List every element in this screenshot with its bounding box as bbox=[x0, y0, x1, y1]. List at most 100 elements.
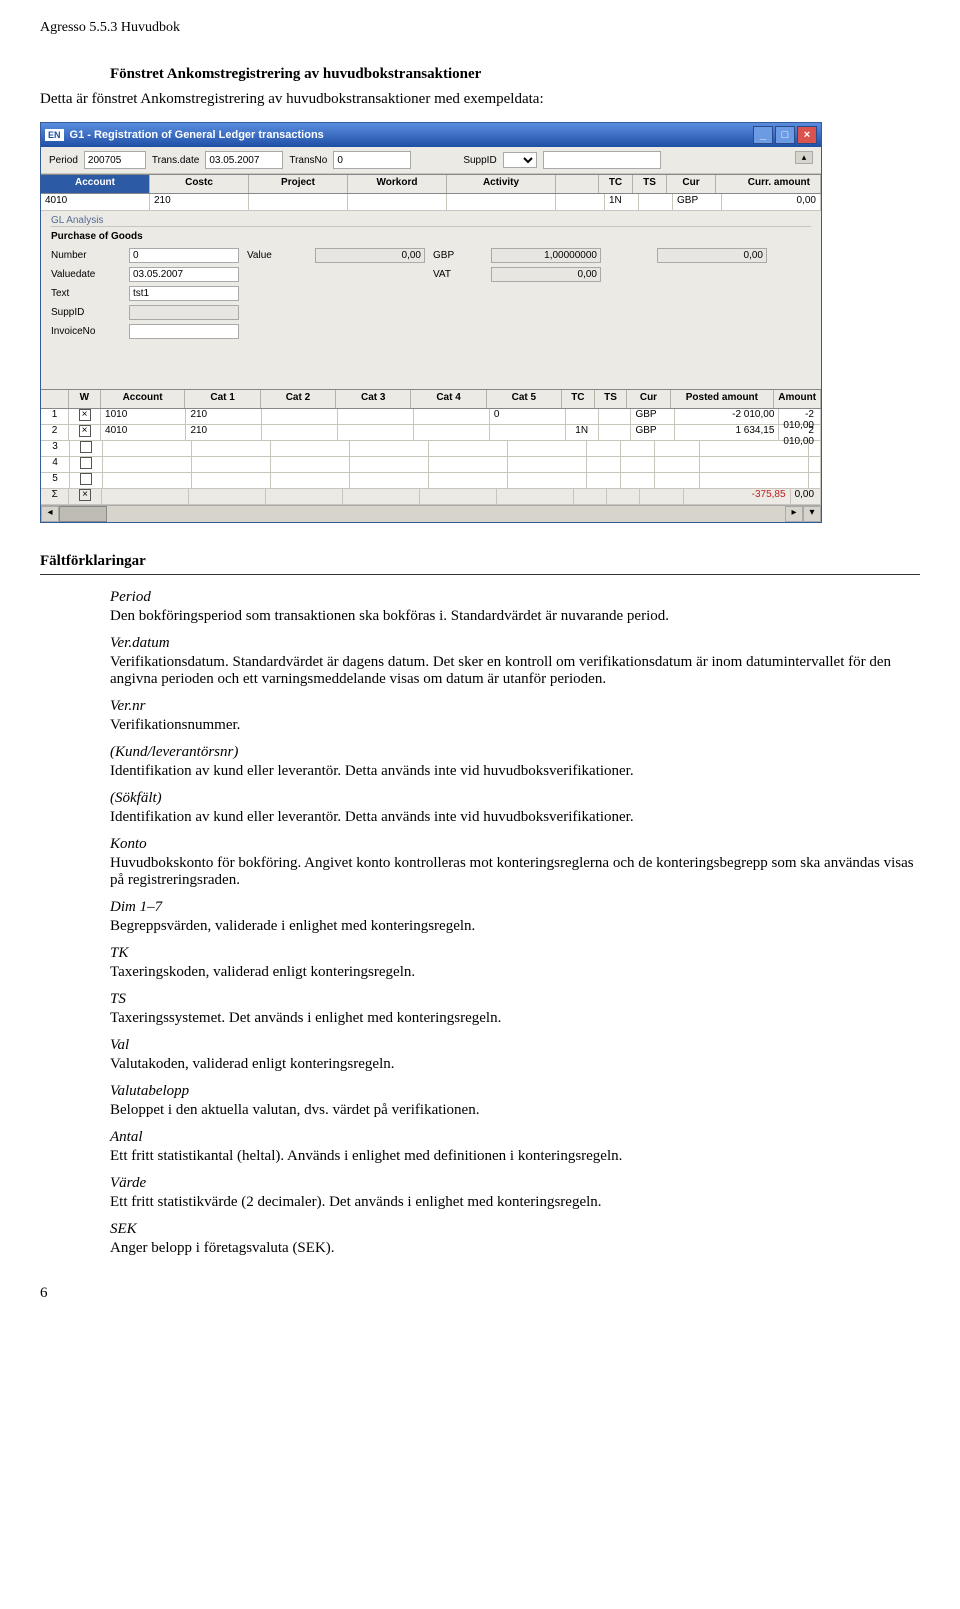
table-row[interactable]: 5 bbox=[41, 473, 821, 489]
col2-cat5[interactable]: Cat 5 bbox=[487, 390, 562, 408]
col-ts[interactable]: TS bbox=[633, 175, 667, 193]
period-input[interactable] bbox=[84, 151, 146, 169]
field-description: Identifikation av kund eller leverantör.… bbox=[110, 763, 920, 780]
suppid-label: SuppID bbox=[463, 155, 496, 166]
col2-w[interactable]: W bbox=[69, 390, 101, 408]
field-description: Begreppsvärden, validerade i enlighet me… bbox=[110, 918, 920, 935]
vat-input[interactable] bbox=[491, 267, 601, 282]
value-input[interactable] bbox=[315, 248, 425, 263]
field-description: Taxeringssystemet. Det används i enlighe… bbox=[110, 1010, 920, 1027]
field-term: Konto bbox=[110, 836, 920, 853]
grid2-header: W Account Cat 1 Cat 2 Cat 3 Cat 4 Cat 5 … bbox=[41, 389, 821, 409]
col-project[interactable]: Project bbox=[249, 175, 348, 193]
cell-project[interactable] bbox=[249, 194, 348, 210]
field-description: Ett fritt statistikantal (heltal). Använ… bbox=[110, 1148, 920, 1165]
col2-ts[interactable]: TS bbox=[595, 390, 628, 408]
scroll-right-button[interactable]: ▸ bbox=[785, 506, 803, 522]
transdate-label: Trans.date bbox=[152, 155, 199, 166]
gbp-amount-input[interactable] bbox=[657, 248, 767, 263]
field-description: Huvudbokskonto för bokföring. Angivet ko… bbox=[110, 855, 920, 889]
cell-ts[interactable] bbox=[639, 194, 673, 210]
field-term: Antal bbox=[110, 1129, 920, 1146]
field-description: Verifikationsnummer. bbox=[110, 717, 920, 734]
table-row[interactable]: 2×40102101NGBP1 634,152 010,00 bbox=[41, 425, 821, 441]
col2-cat2[interactable]: Cat 2 bbox=[261, 390, 336, 408]
number-label: Number bbox=[51, 250, 121, 261]
field-description: Verifikationsdatum. Standardvärdet är da… bbox=[110, 654, 920, 688]
cell-workord[interactable] bbox=[348, 194, 447, 210]
form-area: Number Value GBP Valuedate VAT Text Supp… bbox=[51, 248, 811, 339]
page-number: 6 bbox=[40, 1285, 920, 1302]
col2-amount[interactable]: Amount bbox=[774, 390, 821, 408]
col2-cat4[interactable]: Cat 4 bbox=[411, 390, 486, 408]
divider bbox=[40, 574, 920, 575]
valuedate-input[interactable] bbox=[129, 267, 239, 282]
col2-cat1[interactable]: Cat 1 bbox=[185, 390, 260, 408]
field-term: TK bbox=[110, 945, 920, 962]
window-titlebar[interactable]: EN G1 - Registration of General Ledger t… bbox=[41, 123, 821, 147]
value-label: Value bbox=[247, 250, 307, 261]
grid1-row[interactable]: 4010 210 1N GBP 0,00 bbox=[41, 194, 821, 211]
transno-input[interactable] bbox=[333, 151, 411, 169]
cell-activity[interactable] bbox=[447, 194, 556, 210]
field-description: Beloppet i den aktuella valutan, dvs. vä… bbox=[110, 1102, 920, 1119]
horizontal-scrollbar[interactable]: ◂ ▸ ▾ bbox=[41, 505, 821, 522]
minimize-button[interactable]: _ bbox=[753, 126, 773, 144]
col-activity[interactable]: Activity bbox=[447, 175, 556, 193]
field-explanations-heading: Fältförklaringar bbox=[40, 553, 920, 570]
cell-tc[interactable]: 1N bbox=[605, 194, 639, 210]
table-row[interactable]: 4 bbox=[41, 457, 821, 473]
field-term: Dim 1–7 bbox=[110, 899, 920, 916]
col2-cat3[interactable]: Cat 3 bbox=[336, 390, 411, 408]
sum-row: Σ×-375,850,00 bbox=[41, 489, 821, 505]
col-cur[interactable]: Cur bbox=[667, 175, 716, 193]
suppid-select[interactable] bbox=[503, 152, 537, 168]
col2-tc[interactable]: TC bbox=[562, 390, 595, 408]
text-input[interactable] bbox=[129, 286, 239, 301]
field-description: Identifikation av kund eller leverantör.… bbox=[110, 809, 920, 826]
col-workord[interactable]: Workord bbox=[348, 175, 447, 193]
doc-header: Agresso 5.5.3 Huvudbok bbox=[40, 20, 920, 36]
scroll-left-button[interactable]: ◂ bbox=[41, 506, 59, 522]
table-row[interactable]: 3 bbox=[41, 441, 821, 457]
cell-cur[interactable]: GBP bbox=[673, 194, 722, 210]
gbp-rate-input[interactable] bbox=[491, 248, 601, 263]
suppid-display bbox=[129, 305, 239, 320]
transdate-input[interactable] bbox=[205, 151, 283, 169]
close-button[interactable]: × bbox=[797, 126, 817, 144]
scroll-up-button[interactable]: ▴ bbox=[795, 151, 813, 164]
cell-amt[interactable]: 0,00 bbox=[722, 194, 821, 210]
field-description: Ett fritt statistikvärde (2 decimaler). … bbox=[110, 1194, 920, 1211]
field-term: Valutabelopp bbox=[110, 1083, 920, 1100]
field-term: Period bbox=[110, 589, 920, 606]
scroll-thumb[interactable] bbox=[59, 506, 107, 522]
col2-account[interactable]: Account bbox=[101, 390, 186, 408]
field-description: Anger belopp i företagsvaluta (SEK). bbox=[110, 1240, 920, 1257]
cell-costc[interactable]: 210 bbox=[150, 194, 249, 210]
scroll-down-button[interactable]: ▾ bbox=[803, 506, 821, 522]
suppid-search[interactable] bbox=[543, 151, 661, 169]
col-amount[interactable]: Curr. amount bbox=[716, 175, 821, 193]
field-term: Värde bbox=[110, 1175, 920, 1192]
col-account[interactable]: Account bbox=[41, 175, 150, 193]
field-description: Den bokföringsperiod som transaktionen s… bbox=[110, 608, 920, 625]
text-label: Text bbox=[51, 288, 121, 299]
cell-account[interactable]: 4010 bbox=[41, 194, 150, 210]
suppid-label2: SuppID bbox=[51, 307, 121, 318]
field-term: Ver.datum bbox=[110, 635, 920, 652]
section-title: Fönstret Ankomstregistrering av huvudbok… bbox=[110, 66, 920, 83]
transno-label: TransNo bbox=[289, 155, 327, 166]
col2-cur[interactable]: Cur bbox=[627, 390, 670, 408]
field-description: Taxeringskoden, validerad enligt konteri… bbox=[110, 964, 920, 981]
window-title: G1 - Registration of General Ledger tran… bbox=[70, 129, 324, 141]
invoiceno-input[interactable] bbox=[129, 324, 239, 339]
lang-badge: EN bbox=[45, 129, 64, 141]
col-costc[interactable]: Costc bbox=[150, 175, 249, 193]
intro-text: Detta är fönstret Ankomstregistrering av… bbox=[40, 91, 920, 108]
number-input[interactable] bbox=[129, 248, 239, 263]
field-term: SEK bbox=[110, 1221, 920, 1238]
table-row[interactable]: 1×10102100GBP-2 010,00-2 010,00 bbox=[41, 409, 821, 425]
col2-posted[interactable]: Posted amount bbox=[671, 390, 775, 408]
maximize-button[interactable]: □ bbox=[775, 126, 795, 144]
col-tc[interactable]: TC bbox=[599, 175, 633, 193]
